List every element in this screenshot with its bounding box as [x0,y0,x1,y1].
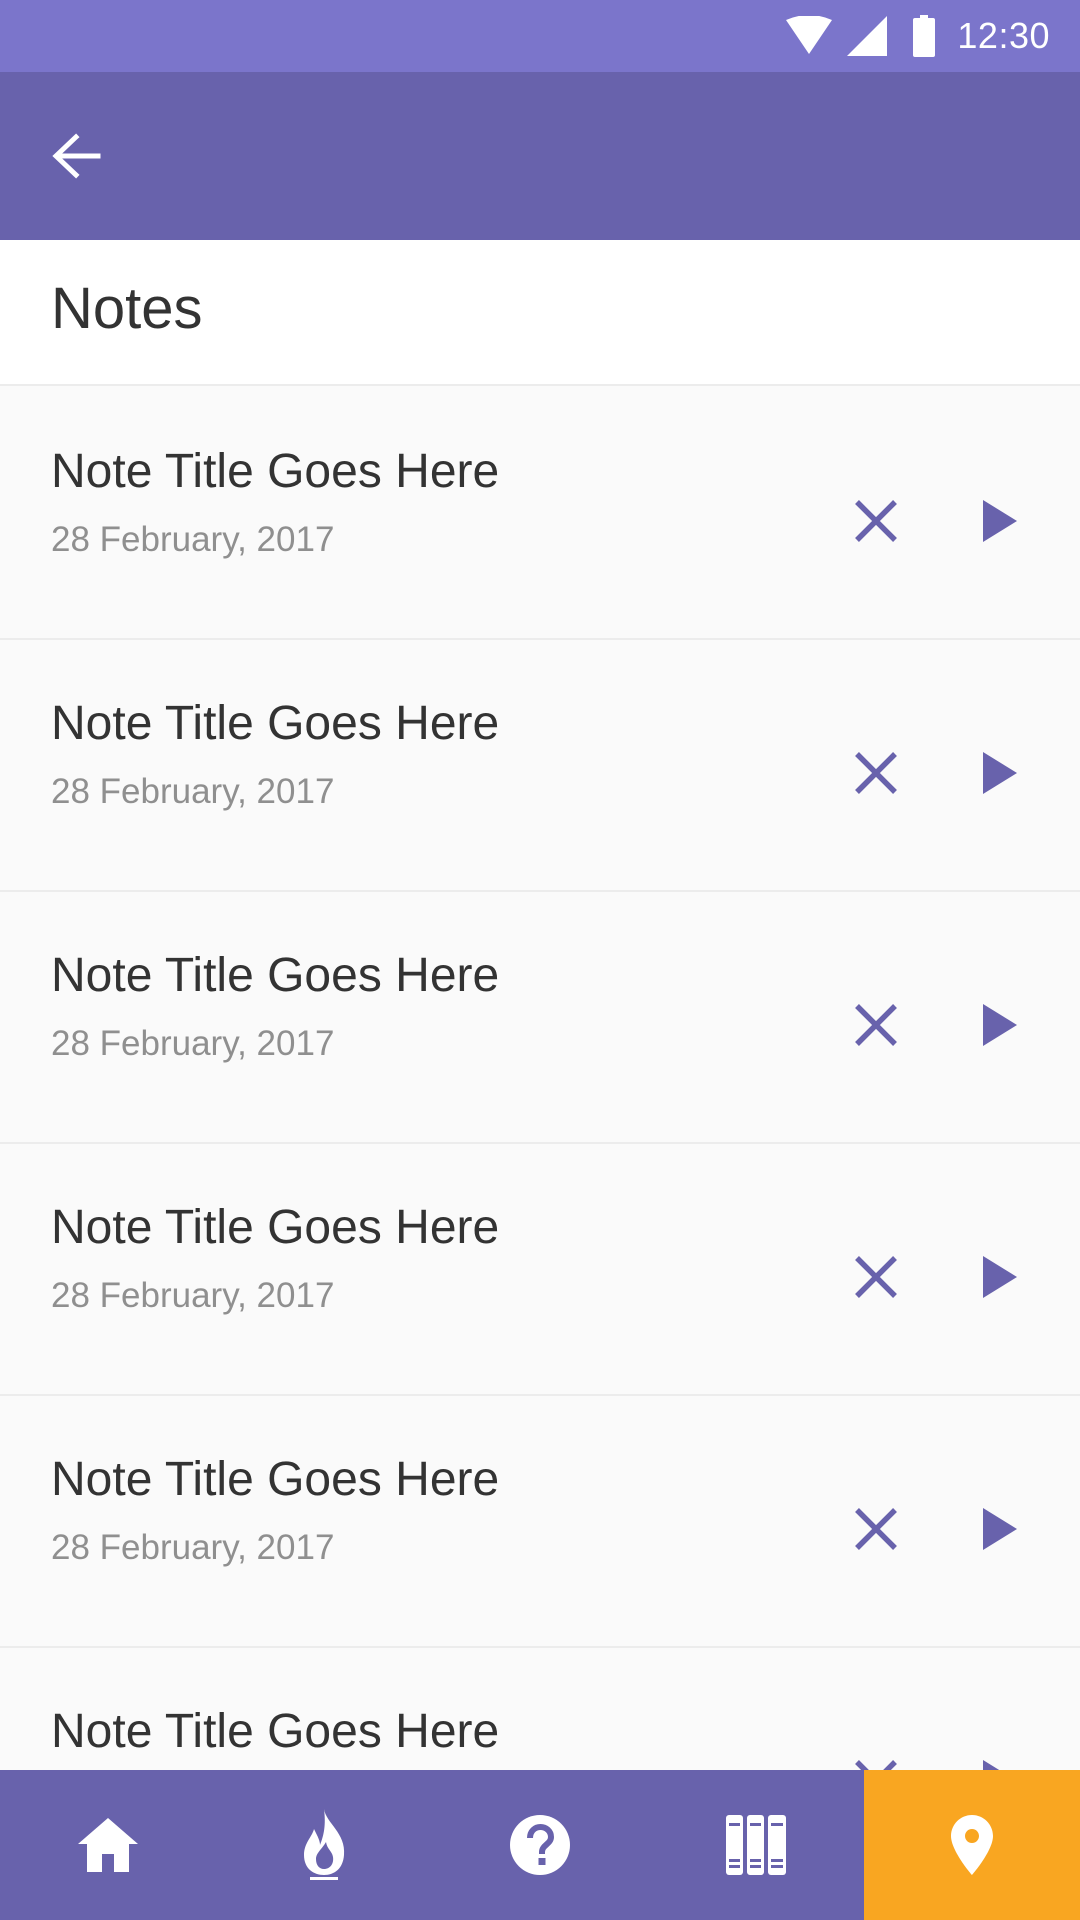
back-button[interactable] [36,116,116,196]
note-title: Note Title Goes Here [51,949,500,1002]
open-note-button[interactable] [960,733,1040,813]
wifi-icon [785,16,833,56]
open-note-button[interactable] [960,1741,1040,1770]
open-note-button[interactable] [960,1489,1040,1569]
play-arrow-icon [983,1256,1017,1298]
help-circle-icon [510,1815,570,1875]
note-date: 28 February, 2017 [51,1024,335,1063]
note-date: 28 February, 2017 [51,772,335,811]
nav-item-trending[interactable] [216,1770,432,1920]
open-note-button[interactable] [960,481,1040,561]
note-list-item[interactable]: Note Title Goes Here 28 February, 2017 [0,640,1080,892]
open-note-button[interactable] [960,1237,1040,1317]
close-icon [854,1507,898,1551]
nav-item-home[interactable] [0,1770,216,1920]
close-icon [854,1255,898,1299]
delete-note-button[interactable] [836,1237,916,1317]
play-arrow-icon [983,1004,1017,1046]
note-list-item[interactable]: Note Title Goes Here 28 February, 2017 [0,1144,1080,1396]
battery-icon [913,15,936,57]
note-date: 28 February, 2017 [51,1276,335,1315]
note-list-item[interactable]: Note Title Goes Here 28 February, 2017 [0,1396,1080,1648]
delete-note-button[interactable] [836,1741,916,1770]
open-note-button[interactable] [960,985,1040,1065]
nav-item-help[interactable] [432,1770,648,1920]
note-date: 28 February, 2017 [51,1528,335,1567]
delete-note-button[interactable] [836,985,916,1065]
play-arrow-icon [983,752,1017,794]
notes-list: Note Title Goes Here 28 February, 2017 N… [0,388,1080,1770]
close-icon [854,1003,898,1047]
arrow-left-icon [50,130,102,182]
play-arrow-icon [983,500,1017,542]
note-list-item[interactable]: Note Title Goes Here 28 February, 2017 [0,388,1080,640]
page-header: Notes [0,240,1080,386]
note-list-item[interactable]: Note Title Goes Here 28 February, 2017 [0,892,1080,1144]
note-list-item[interactable]: Note Title Goes Here [0,1648,1080,1770]
play-arrow-icon [983,1508,1017,1550]
note-date: 28 February, 2017 [51,520,335,559]
delete-note-button[interactable] [836,481,916,561]
status-time: 12:30 [957,15,1050,56]
location-pin-icon [951,1815,993,1875]
close-icon [854,751,898,795]
close-icon [854,499,898,543]
close-icon [854,1759,898,1770]
delete-note-button[interactable] [836,1489,916,1569]
note-title: Note Title Goes Here [51,1453,500,1506]
play-arrow-icon [983,1760,1017,1770]
note-title: Note Title Goes Here [51,697,500,750]
page-title: Notes [51,276,203,341]
cell-signal-icon [847,16,888,56]
flame-icon [302,1809,346,1881]
bottom-navigation [0,1770,1080,1920]
note-title: Note Title Goes Here [51,1201,500,1254]
library-books-icon [726,1815,786,1875]
home-icon [78,1818,138,1872]
status-bar: 12:30 [0,0,1080,72]
note-title: Note Title Goes Here [51,445,500,498]
status-icons: 12:30 [785,0,1050,72]
note-title: Note Title Goes Here [51,1705,500,1758]
nav-item-location[interactable] [864,1770,1080,1920]
delete-note-button[interactable] [836,733,916,813]
app-bar [0,72,1080,240]
nav-item-library[interactable] [648,1770,864,1920]
